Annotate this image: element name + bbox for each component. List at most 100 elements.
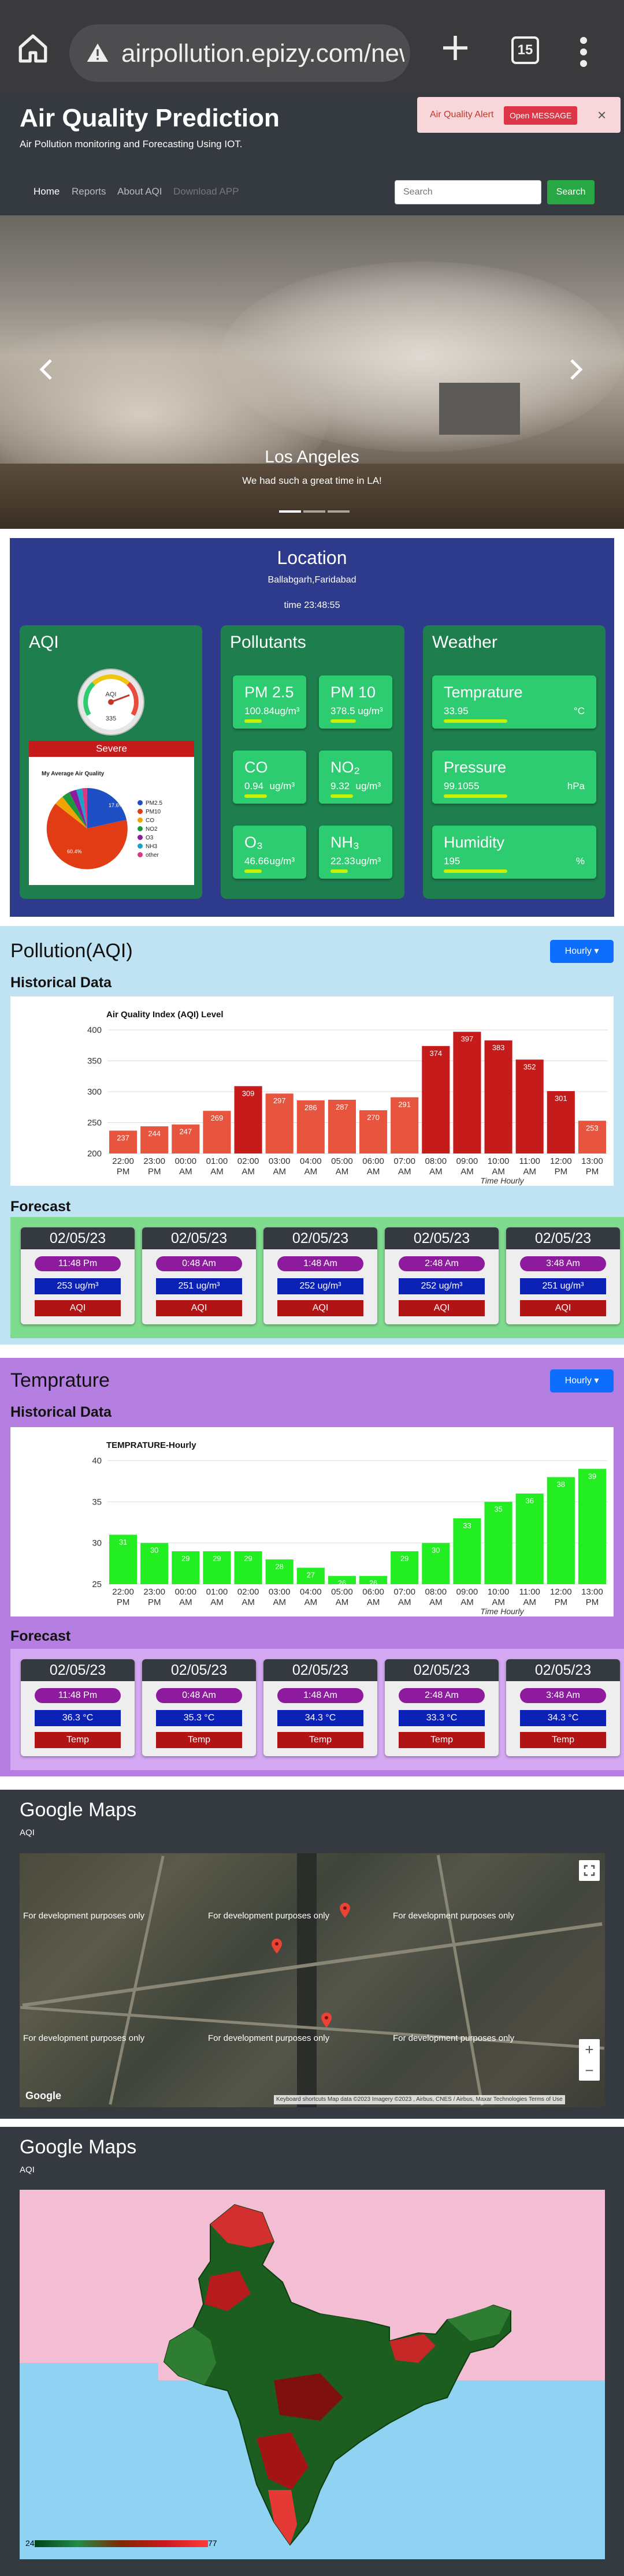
- metric-value: 22.33: [330, 856, 355, 867]
- bar-value-label: 297: [273, 1096, 286, 1105]
- bar-value-label: 29: [244, 1554, 252, 1563]
- x-tick-label: PM: [555, 1167, 568, 1177]
- temperature-forecast-label: Forecast: [10, 1628, 71, 1644]
- warning-icon[interactable]: [86, 42, 110, 65]
- x-tick-label: 09:00: [456, 1587, 478, 1597]
- legend-no2: NO2: [138, 826, 158, 832]
- bar[interactable]: [515, 1059, 544, 1153]
- air-quality-alert: Air Quality Alert Open MESSAGE ×: [417, 97, 621, 133]
- map-attribution[interactable]: Keyboard shortcuts Map data ©2023 Imager…: [274, 2095, 565, 2104]
- x-tick-label: 09:00: [456, 1156, 478, 1166]
- forecast-time: 1:48 Am: [277, 1688, 363, 1703]
- x-tick-label: 06:00: [362, 1156, 384, 1166]
- carousel-indicator[interactable]: [303, 510, 325, 513]
- x-tick-label: AM: [492, 1597, 505, 1607]
- bar-value-label: 237: [117, 1133, 129, 1142]
- x-tick-label: 11:00: [519, 1587, 540, 1597]
- bar[interactable]: [453, 1032, 481, 1153]
- metric-level-bar: [444, 719, 507, 723]
- metric-label: O₃: [244, 834, 263, 851]
- forecast-value: 252 ug/m³: [399, 1278, 485, 1294]
- nav-about-aqi[interactable]: About AQI: [117, 186, 162, 197]
- open-message-button[interactable]: Open MESSAGE: [504, 106, 578, 125]
- metric-label: NO₂: [330, 759, 360, 776]
- bar-value-label: 29: [213, 1554, 221, 1563]
- metric-level-bar: [330, 719, 356, 723]
- carousel-next-icon[interactable]: [569, 358, 583, 381]
- bar[interactable]: [484, 1040, 512, 1153]
- carousel-indicator[interactable]: [279, 510, 301, 513]
- temperature-hourly-dropdown[interactable]: Hourly ▾: [550, 1369, 614, 1392]
- fullscreen-button[interactable]: [579, 1860, 600, 1881]
- nav-home[interactable]: Home: [34, 186, 60, 197]
- x-tick-label: AM: [242, 1597, 255, 1607]
- search-input[interactable]: [395, 180, 541, 204]
- metric-value: 46.66: [244, 856, 269, 867]
- metric-label: CO: [244, 759, 268, 776]
- carousel-prev-icon[interactable]: [39, 358, 53, 381]
- map-marker-icon[interactable]: [272, 1939, 282, 1954]
- zoom-in-button[interactable]: +: [579, 2039, 600, 2060]
- site-title: Air Quality Prediction: [20, 104, 280, 132]
- location-time: time 23:48:55: [284, 600, 340, 610]
- bar-value-label: 309: [242, 1089, 255, 1097]
- map-marker-icon[interactable]: [340, 1903, 350, 1918]
- zoom-out-button[interactable]: −: [579, 2060, 600, 2081]
- home-icon[interactable]: [16, 32, 50, 65]
- metric-unit: hPa: [567, 781, 585, 792]
- india-choropleth-map[interactable]: [20, 2190, 605, 2559]
- x-tick-label: 07:00: [393, 1587, 415, 1597]
- x-tick-label: AM: [210, 1597, 224, 1607]
- carousel-caption: We had such a great time in LA!: [242, 475, 382, 486]
- metric-level-bar: [244, 794, 267, 798]
- new-tab-icon[interactable]: [439, 32, 471, 64]
- map-marker-icon[interactable]: [321, 2013, 332, 2028]
- aqi-forecast-strip: 02/05/23 11:48 Pm 253 ug/m³ AQI 02/05/23 0:48…: [10, 1217, 624, 1338]
- x-tick-label: 12:00: [550, 1587, 572, 1597]
- x-tick-label: 05:00: [331, 1156, 353, 1166]
- forecast-kind: Temp: [520, 1732, 606, 1748]
- nav-reports[interactable]: Reports: [72, 186, 106, 197]
- bar[interactable]: [578, 1469, 606, 1584]
- metric-unit: ug/m³: [269, 781, 295, 792]
- bar-value-label: 301: [555, 1094, 567, 1103]
- india-map-title: Google Maps: [20, 2136, 137, 2158]
- metric-label: PM 2.5: [244, 684, 294, 701]
- x-tick-label: PM: [586, 1597, 599, 1607]
- pollution-hourly-dropdown[interactable]: Hourly ▾: [550, 940, 614, 963]
- satellite-map[interactable]: [20, 1853, 605, 2107]
- ground-image-part: [0, 464, 624, 529]
- y-tick-label: 350: [87, 1056, 102, 1066]
- bar-value-label: 374: [429, 1049, 442, 1058]
- x-tick-label: 23:00: [143, 1587, 165, 1597]
- x-tick-label: PM: [586, 1167, 599, 1177]
- more-menu-icon[interactable]: [575, 35, 592, 69]
- alert-close-button[interactable]: ×: [597, 106, 606, 124]
- forecast-date: 02/05/23: [142, 1227, 256, 1249]
- bar[interactable]: [484, 1502, 512, 1584]
- x-tick-label: 06:00: [362, 1587, 384, 1597]
- address-bar[interactable]: airpollution.epizy.com/new: [69, 24, 410, 82]
- bar-value-label: 35: [494, 1504, 502, 1513]
- carousel-indicator[interactable]: [328, 510, 350, 513]
- search-button[interactable]: Search: [547, 180, 595, 204]
- bar[interactable]: [515, 1494, 544, 1584]
- forecast-card: 02/05/23 11:48 Pm 253 ug/m³ AQI: [21, 1227, 135, 1324]
- metric-unit: ug/m³: [269, 856, 295, 867]
- x-tick-label: AM: [336, 1167, 349, 1177]
- y-tick-label: 200: [87, 1149, 102, 1159]
- forecast-kind: AQI: [520, 1300, 606, 1316]
- forecast-time: 0:48 Am: [156, 1688, 242, 1703]
- x-tick-label: AM: [523, 1597, 536, 1607]
- bar[interactable]: [422, 1046, 450, 1153]
- y-tick-label: 25: [92, 1580, 102, 1589]
- bar[interactable]: [547, 1477, 575, 1584]
- x-tick-label: 22:00: [112, 1156, 134, 1166]
- bar-value-label: 286: [304, 1103, 317, 1112]
- y-tick-label: 35: [92, 1497, 102, 1507]
- x-axis-label: Time Hourly: [480, 1607, 524, 1616]
- forecast-card: 02/05/23 1:48 Am 252 ug/m³ AQI: [263, 1227, 377, 1324]
- tab-switcher-button[interactable]: 15: [511, 36, 539, 64]
- nav-download-app[interactable]: Download APP: [173, 186, 239, 197]
- fullscreen-icon: [584, 1865, 595, 1876]
